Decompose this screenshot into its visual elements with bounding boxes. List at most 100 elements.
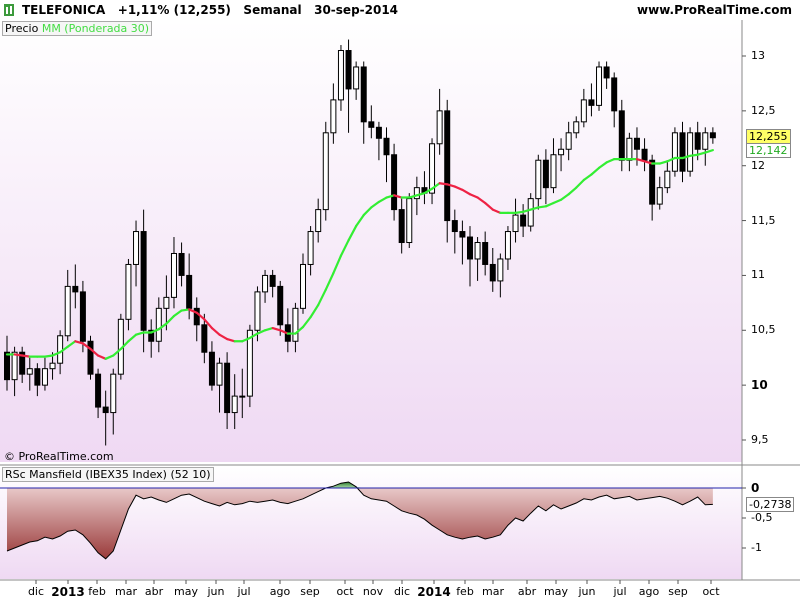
chart-canvas[interactable] xyxy=(0,0,800,600)
candle-body xyxy=(79,291,86,342)
candle-body xyxy=(641,148,648,161)
candle-body xyxy=(224,362,231,414)
candle-body xyxy=(618,110,625,161)
rsc-value-badge: -0,2738 xyxy=(746,497,795,512)
candle[interactable] xyxy=(671,127,678,177)
price-tick-label: 9,5 xyxy=(751,433,769,446)
ma-segment xyxy=(180,308,191,312)
candle[interactable] xyxy=(596,61,603,111)
candle[interactable] xyxy=(125,258,132,331)
ma-legend-label: MM (Ponderada 30) xyxy=(41,22,150,35)
candle[interactable] xyxy=(687,127,694,177)
candle[interactable] xyxy=(391,143,398,221)
candle-body xyxy=(383,137,390,156)
price-tick-label: 13 xyxy=(751,49,765,62)
price-tick-label: 11 xyxy=(751,268,765,282)
candle-body xyxy=(626,137,633,161)
candle-body xyxy=(459,231,466,238)
x-tick-label: abr xyxy=(517,585,537,598)
candle-body xyxy=(512,214,519,233)
candle-body xyxy=(596,66,603,106)
candle-body xyxy=(550,154,557,189)
candle[interactable] xyxy=(406,193,413,248)
candle-body xyxy=(216,362,223,386)
candle-body xyxy=(292,307,299,342)
x-tick-label: may xyxy=(174,585,198,598)
candle-body xyxy=(337,50,344,101)
candle-body xyxy=(406,198,413,244)
candle-body xyxy=(649,159,656,205)
candle-body xyxy=(315,209,322,233)
candle-body xyxy=(391,154,398,211)
candle-body xyxy=(64,285,71,337)
candle[interactable] xyxy=(527,193,534,232)
x-tick-label: sep xyxy=(668,585,688,598)
candle[interactable] xyxy=(87,335,94,380)
candle-body xyxy=(72,285,79,293)
price-legend: Precio MM (Ponderada 30) xyxy=(2,21,153,36)
x-tick-label: oct xyxy=(336,585,354,598)
candle-body xyxy=(580,99,587,123)
candle-body xyxy=(57,335,64,364)
rsc-tick-label: -1 xyxy=(751,541,762,554)
candle-body xyxy=(497,258,504,282)
x-tick-label: abr xyxy=(144,585,164,598)
candle-body xyxy=(436,110,443,145)
candle-body xyxy=(87,340,94,375)
candle[interactable] xyxy=(618,99,625,172)
candle-body xyxy=(709,132,716,139)
candle-body xyxy=(155,307,162,342)
candle-body xyxy=(664,170,671,189)
candle[interactable] xyxy=(79,280,86,353)
x-tick-label: jun xyxy=(207,585,225,598)
candle-body xyxy=(34,368,41,386)
candle-body xyxy=(300,263,307,309)
candle-body xyxy=(353,66,360,90)
candle-body xyxy=(588,99,595,106)
candle-body xyxy=(11,351,18,381)
candle-body xyxy=(254,291,261,331)
candle-body xyxy=(41,368,48,386)
candle-body xyxy=(474,242,481,260)
candle-body xyxy=(656,187,663,205)
x-axis-ticks xyxy=(35,580,712,584)
candle-body xyxy=(535,159,542,200)
price-tick-label: 10 xyxy=(751,378,768,393)
ma-segment xyxy=(514,210,525,214)
candle-body xyxy=(269,274,276,287)
x-tick-label: mar xyxy=(482,585,504,598)
candle-body xyxy=(49,362,56,370)
candle-body xyxy=(375,126,382,139)
candle-body xyxy=(466,236,473,260)
candle-body xyxy=(573,121,580,134)
ma-segment xyxy=(688,153,699,157)
candle-body xyxy=(102,406,109,414)
candle-body xyxy=(429,143,436,194)
candle-body xyxy=(527,198,534,227)
x-tick-label: 2013 xyxy=(51,585,85,599)
candle-body xyxy=(482,242,489,265)
candle-body xyxy=(671,132,678,172)
x-tick-label: feb xyxy=(88,585,106,598)
candle[interactable] xyxy=(322,121,329,221)
ma-value-badge: 12,142 xyxy=(746,143,791,158)
candle-body xyxy=(231,395,238,414)
candle-body xyxy=(679,132,686,172)
candle-body xyxy=(201,324,208,353)
candle-body xyxy=(398,209,405,244)
candle-body xyxy=(110,373,117,414)
x-tick-label: nov xyxy=(362,585,384,598)
candle-body xyxy=(360,66,367,123)
candle-body xyxy=(140,231,147,331)
x-tick-label: mar xyxy=(115,585,137,598)
x-tick-label: 2014 xyxy=(417,585,451,599)
price-tick-label: 12,5 xyxy=(751,103,776,117)
price-tick-label: 12 xyxy=(751,158,765,172)
x-tick-label: dic xyxy=(27,585,45,598)
x-tick-label: ago xyxy=(269,585,291,598)
candle-body xyxy=(262,274,269,293)
last-price-badge: 12,255 xyxy=(746,129,791,144)
candle-body xyxy=(239,395,246,398)
ma-segment xyxy=(13,353,24,357)
candle-body xyxy=(611,77,618,112)
